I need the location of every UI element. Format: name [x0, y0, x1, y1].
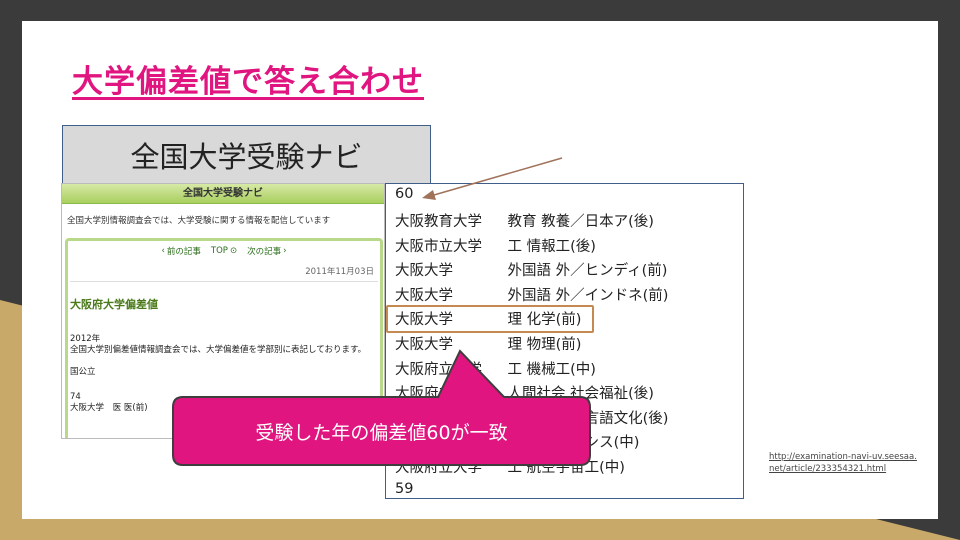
- left-arrow-icon: ‹: [161, 246, 165, 256]
- website-nav: ‹ 前の記事 TOP ⊙ 次の記事 ›: [68, 245, 380, 257]
- slide-title: 大学偏差値で答え合わせ: [72, 64, 424, 100]
- ranking-department: 外国語 外／インドネ(前): [507, 287, 669, 304]
- prev-article-label: 前の記事: [166, 247, 201, 257]
- ranking-row: 大阪大学 理 物理(前): [395, 333, 581, 354]
- up-circle-icon: ⊙: [229, 246, 238, 256]
- ranking-department: 工 機械工(中): [507, 361, 596, 378]
- source-link[interactable]: http://examination-navi-uv.seesaa.net/ar…: [769, 451, 919, 475]
- article-row-dept: 医 医(前): [112, 403, 148, 413]
- article-title[interactable]: 大阪府大学偏差値: [68, 282, 380, 312]
- slide: 大学偏差値で答え合わせ 全国大学受験ナビ 全国大学受験ナビ 全国大学別情報調査会…: [22, 21, 938, 519]
- next-article-link[interactable]: 次の記事 ›: [247, 245, 286, 257]
- article-year: 2012年: [70, 334, 101, 344]
- ranking-university: 大阪大学: [395, 287, 453, 304]
- website-description: 全国大学別情報調査会では、大学受験に関する情報を配信しています: [67, 216, 331, 226]
- ranking-university: 大阪大学: [395, 263, 453, 280]
- next-article-label: 次の記事: [247, 247, 282, 257]
- ranking-row: 大阪大学 外国語 外／ヒンディ(前): [395, 259, 667, 280]
- top-link[interactable]: TOP ⊙: [211, 245, 237, 257]
- ranking-university: 大阪教育大学: [395, 214, 482, 230]
- ranking-department: 外国語 外／ヒンディ(前): [507, 263, 668, 280]
- article-category: 国公立: [70, 367, 96, 377]
- ranking-university: 大阪市立大学: [395, 238, 482, 255]
- callout-text: 受験した年の偏差値60が一致: [255, 421, 508, 444]
- ranking-row: 大阪大学 外国語 外／インドネ(前): [395, 284, 668, 305]
- site-name-label: 全国大学受験ナビ: [62, 125, 431, 184]
- article-row-uni: 大阪大学: [70, 403, 105, 413]
- top-label: TOP: [210, 246, 228, 256]
- ranking-department: 教育 教養／日本ア(後): [507, 214, 654, 230]
- ranking-row: 大阪市立大学 工 情報工(後): [395, 235, 596, 256]
- ranking-row: 大阪府立大学 工 機械工(中): [395, 358, 596, 379]
- article-date: 2011年11月03日: [70, 257, 378, 282]
- ranking-department: 工 情報工(後): [507, 238, 596, 255]
- ranking-row: 大阪教育大学 教育 教養／日本ア(後): [395, 210, 654, 231]
- right-arrow-icon: ›: [283, 246, 287, 256]
- ranking-university: 大阪府立大学: [395, 361, 482, 378]
- ranking-department: 理 物理(前): [507, 337, 582, 353]
- top-score: 60: [395, 186, 414, 202]
- highlight-box: [386, 305, 594, 333]
- bottom-score: 59: [395, 481, 414, 497]
- prev-article-link[interactable]: ‹ 前の記事: [162, 245, 201, 257]
- ranking-university: 大阪大学: [395, 337, 453, 353]
- website-header: 全国大学受験ナビ: [62, 184, 384, 204]
- article-text: 全国大学別偏差値情報調査会では、大学偏差値を学部別に表記しております。: [70, 345, 367, 355]
